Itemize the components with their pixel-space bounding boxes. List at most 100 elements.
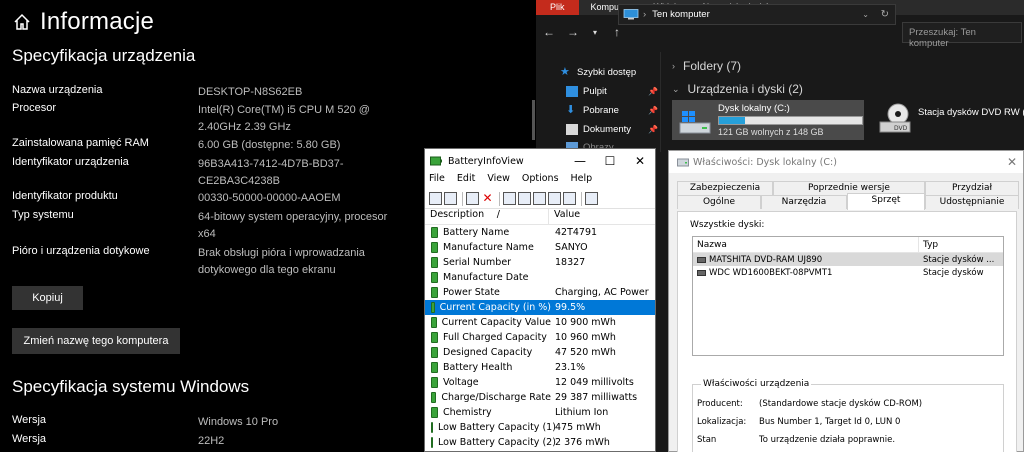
biv-titlebar[interactable]: BatteryInfoView — ☐ ✕ [425, 149, 655, 173]
drive-tile-local-c[interactable]: Dysk lokalny (C:) 121 GB wolnych z 148 G… [672, 100, 864, 140]
document-icon [566, 124, 578, 135]
spec-value: DESKTOP-N8S62EB [198, 86, 303, 98]
device-properties-group: Właściwości urządzenia Producent: (Stand… [692, 379, 1004, 452]
battery-info-mode-icon[interactable] [429, 192, 442, 205]
menu-file[interactable]: File [429, 173, 445, 189]
battery-log-mode-icon[interactable] [444, 192, 457, 205]
prop-key-manufacturer: Producent: [697, 399, 743, 409]
nav-item-downloads[interactable]: ⬇ Pobrane [566, 105, 619, 117]
refresh-icon[interactable] [518, 192, 531, 205]
pin-icon[interactable]: 📌 [648, 106, 658, 115]
nav-item-quick-access[interactable]: ★ Szybki dostęp [560, 67, 636, 79]
battery-property-row[interactable]: Charge/Discharge Rate 29 387 milliwatts [425, 390, 655, 405]
nav-item-documents[interactable]: Dokumenty [566, 124, 631, 135]
copy-button[interactable]: Kopiuj [12, 286, 83, 310]
pin-icon[interactable]: 📌 [648, 125, 658, 134]
nav-pane-scrollbar[interactable] [660, 52, 661, 152]
battery-property-row[interactable]: Manufacture Date [425, 270, 655, 285]
battery-icon [431, 332, 438, 343]
battery-property-row[interactable]: Full Charged Capacity 10 960 mWh [425, 330, 655, 345]
delete-icon[interactable]: ✕ [481, 192, 494, 205]
copy-icon[interactable] [533, 192, 546, 205]
battery-property-row[interactable]: Battery Name 42T4791 [425, 225, 655, 240]
settings-scrollbar[interactable] [532, 100, 535, 140]
properties-icon[interactable] [466, 192, 479, 205]
properties-titlebar[interactable]: Właściwości: Dysk lokalny (C:) [669, 151, 1023, 173]
up-arrow-icon[interactable]: ↑ [608, 25, 626, 39]
battery-property-row[interactable]: Serial Number 18327 [425, 255, 655, 270]
disk-row-dvd[interactable]: MATSHITA DVD-RAM UJ890 Stacje dysków ... [693, 253, 1003, 266]
column-name[interactable]: Nazwa [693, 237, 919, 252]
address-bar[interactable]: › Ten komputer ⌄ ↻ [618, 4, 896, 25]
battery-property-row[interactable]: Current Capacity Value 10 900 mWh [425, 315, 655, 330]
hard-disk-icon [697, 269, 706, 276]
group-folders[interactable]: › Foldery (7) [672, 59, 741, 73]
description-cell: Low Battery Capacity (1) [425, 422, 556, 433]
spec-value: Brak obsługi pióra i wprowadzania dotyko… [198, 247, 365, 276]
ribbon-tab-file[interactable]: Plik [536, 0, 579, 15]
toolbar-separator [499, 191, 500, 206]
close-icon[interactable]: ✕ [625, 149, 655, 173]
nav-item-desktop[interactable]: Pulpit [566, 86, 607, 97]
battery-icon [431, 377, 438, 388]
description-cell: Full Charged Capacity [425, 332, 551, 343]
battery-property-row[interactable]: Current Capacity (in %) 99.5% [425, 300, 655, 315]
minimize-icon[interactable]: — [565, 149, 595, 173]
refresh-icon[interactable]: ↻ [881, 9, 889, 20]
address-dropdown-icon[interactable]: ⌄ [862, 10, 869, 19]
description-cell: Voltage [425, 377, 551, 388]
about-icon[interactable] [585, 192, 598, 205]
group-label: Foldery (7) [683, 59, 742, 73]
spec-value: Intel(R) Core(TM) i5 CPU M 520 @ 2.40GHz… [198, 104, 370, 133]
disk-list: Nazwa Typ MATSHITA DVD-RAM UJ890 Stacje … [692, 236, 1004, 356]
menu-edit[interactable]: Edit [457, 173, 475, 189]
battery-property-row[interactable]: Battery Health 23.1% [425, 360, 655, 375]
battery-property-row[interactable]: Designed Capacity 47 520 mWh [425, 345, 655, 360]
spec-value: 6.00 GB (dostępne: 5.80 GB) [198, 139, 341, 151]
close-icon[interactable]: ✕ [1007, 155, 1017, 169]
spec-label: Pióro i urządzenia dotykowe [12, 245, 150, 257]
menu-help[interactable]: Help [571, 173, 593, 189]
save-icon[interactable] [503, 192, 516, 205]
tab-tools[interactable]: Narzędzia [761, 195, 847, 209]
html-report-icon[interactable] [548, 192, 561, 205]
rename-pc-button[interactable]: Zmień nazwę tego komputera [12, 328, 180, 354]
property-value: 23.1% [555, 362, 586, 373]
pin-icon[interactable]: 📌 [648, 87, 658, 96]
property-value: 42T4791 [555, 227, 598, 238]
maximize-icon[interactable]: ☐ [595, 149, 625, 173]
battery-property-row[interactable]: Low Battery Capacity (1) 475 mWh [425, 420, 655, 435]
column-description[interactable]: Description / [425, 209, 549, 224]
windows-drive-icon [679, 111, 711, 134]
group-devices-drives[interactable]: ⌄ Urządzenia i dyski (2) [672, 82, 803, 96]
disk-row-hdd[interactable]: WDC WD1600BEKT-08PVMT1 Stacje dysków [693, 266, 1003, 279]
column-value[interactable]: Value [549, 209, 580, 224]
find-icon[interactable] [563, 192, 576, 205]
property-name: Serial Number [443, 257, 512, 268]
battery-icon [431, 287, 438, 298]
tab-general[interactable]: Ogólne [677, 195, 761, 209]
battery-property-row[interactable]: Voltage 12 049 millivolts [425, 375, 655, 390]
spec-label: Nazwa urządzenia [12, 84, 103, 96]
tab-quota[interactable]: Przydział [925, 181, 1019, 195]
battery-property-row[interactable]: Manufacture Name SANYO [425, 240, 655, 255]
battery-property-row[interactable]: Low Battery Capacity (2) 2 376 mWh [425, 435, 655, 450]
tab-security[interactable]: Zabezpieczenia [677, 181, 773, 195]
chevron-down-icon: ⌄ [672, 83, 680, 94]
search-input[interactable]: Przeszukaj: Ten komputer [902, 22, 1022, 49]
tab-sharing[interactable]: Udostępnianie [925, 195, 1019, 209]
forward-arrow-icon[interactable]: → [564, 25, 582, 39]
chevron-right-icon: › [672, 61, 675, 71]
prop-value-status: To urządzenie działa poprawnie. [759, 435, 896, 445]
menu-options[interactable]: Options [522, 173, 559, 189]
column-type[interactable]: Typ [919, 240, 938, 250]
tab-hardware[interactable]: Sprzęt [847, 193, 925, 210]
back-arrow-icon[interactable]: ← [540, 25, 558, 39]
home-icon[interactable] [12, 12, 32, 32]
spec-row-device-name: Nazwa urządzenia DESKTOP-N8S62EB [12, 84, 532, 101]
recent-chevron-icon[interactable]: ▾ [586, 28, 604, 37]
property-name: Power State [443, 287, 500, 298]
battery-property-row[interactable]: Power State Charging, AC Power [425, 285, 655, 300]
battery-property-row[interactable]: Chemistry Lithium Ion [425, 405, 655, 420]
menu-view[interactable]: View [487, 173, 510, 189]
